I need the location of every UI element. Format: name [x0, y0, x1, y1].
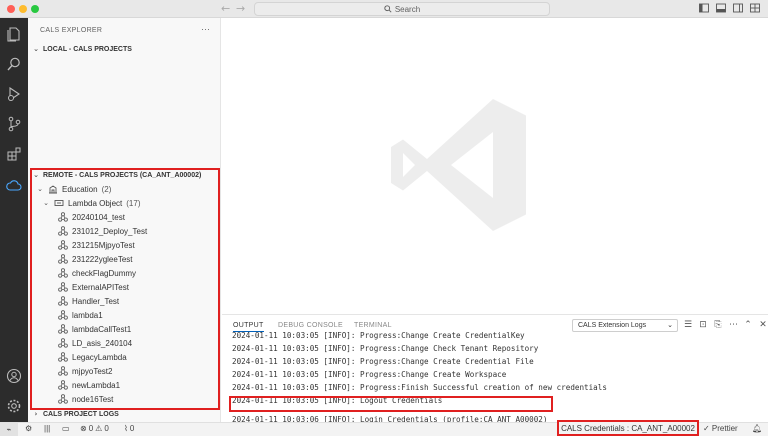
search-icon[interactable]: [6, 56, 22, 72]
extensions-icon[interactable]: [6, 146, 22, 162]
log-line: 2024-01-11 10:03:05 [INFO]: Progress:Cha…: [232, 344, 539, 353]
copy-icon[interactable]: ⎘: [714, 320, 722, 330]
cals-credentials-status[interactable]: CALS Credentials : CA_ANT_A00002: [557, 420, 699, 436]
remote-indicator-icon[interactable]: ⌁: [0, 423, 18, 436]
explorer-icon[interactable]: [6, 26, 22, 42]
warning-count: 0: [104, 424, 109, 433]
more-actions-icon[interactable]: ···: [201, 24, 210, 34]
toggle-secondary-sidebar-icon[interactable]: [733, 3, 743, 13]
command-center-search[interactable]: Search: [254, 2, 550, 16]
notifications-bell-icon[interactable]: 🔔︎: [752, 424, 762, 433]
log-line: 2024-01-11 10:03:05 [INFO]: Progress:Cha…: [232, 370, 507, 379]
lock-scroll-icon[interactable]: ⊡: [699, 320, 707, 330]
back-arrow-icon[interactable]: ←: [221, 2, 230, 15]
search-label: Search: [394, 4, 421, 14]
toggle-panel-icon[interactable]: [716, 3, 726, 13]
login-log-highlight: [229, 396, 553, 412]
ports-count: 0: [129, 424, 135, 433]
sidebar-title: CALS EXPLORER: [40, 27, 103, 34]
output-channel-select[interactable]: CALS Extension Logs ⌄: [572, 319, 678, 332]
sync-icon[interactable]: ⚙: [25, 424, 32, 433]
chevron-right-icon: ›: [34, 410, 38, 418]
more-actions-icon[interactable]: ⋯: [729, 320, 738, 330]
broadcast-icon: ⌇: [124, 424, 128, 433]
project-logs-section[interactable]: › CALS PROJECT LOGS: [32, 410, 119, 418]
cloud-icon[interactable]: [6, 178, 22, 194]
log-line: 2024-01-11 10:03:05 [INFO]: Progress:Cha…: [232, 357, 534, 366]
library-icon[interactable]: |||: [44, 424, 50, 433]
clear-output-icon[interactable]: ☰: [684, 320, 692, 330]
forward-arrow-icon[interactable]: →: [236, 2, 245, 15]
maximize-window-button[interactable]: [31, 5, 39, 13]
output-channel-value: CALS Extension Logs: [578, 322, 647, 329]
title-bar: ← → Search: [0, 0, 768, 18]
run-debug-icon[interactable]: [6, 86, 22, 102]
close-panel-icon[interactable]: ✕: [759, 320, 767, 330]
project-logs-label: CALS PROJECT LOGS: [43, 410, 119, 418]
log-line: 2024-01-11 10:03:05 [INFO]: Progress:Fin…: [232, 383, 607, 392]
maximize-panel-icon[interactable]: ⌃: [744, 320, 752, 330]
tab-debug-console[interactable]: DEBUG CONSOLE: [278, 322, 343, 329]
chevron-down-icon: ⌄: [33, 45, 39, 53]
account-icon[interactable]: [6, 368, 22, 384]
error-icon: ⊗: [80, 424, 87, 433]
minimize-window-button[interactable]: [19, 5, 27, 13]
local-projects-section[interactable]: ⌄ LOCAL - CALS PROJECTS: [32, 45, 132, 53]
window-icon[interactable]: ▭: [62, 424, 70, 433]
prettier-status[interactable]: ✓ Prettier: [703, 424, 738, 433]
close-window-button[interactable]: [7, 5, 15, 13]
log-line: 2024-01-11 10:03:05 [INFO]: Progress:Cha…: [232, 331, 525, 340]
problems-indicator[interactable]: ⊗ 0 ⚠ 0: [80, 424, 109, 433]
remote-projects-highlight: [30, 168, 220, 410]
ports-indicator[interactable]: ⌇ 0: [124, 424, 134, 433]
warning-icon: ⚠: [95, 424, 103, 433]
chevron-down-icon: ⌄: [667, 321, 673, 329]
local-projects-label: LOCAL - CALS PROJECTS: [43, 45, 132, 53]
customize-layout-icon[interactable]: [750, 3, 760, 13]
search-icon: [384, 5, 392, 13]
tab-terminal[interactable]: TERMINAL: [354, 322, 392, 329]
toggle-sidebar-icon[interactable]: [699, 3, 709, 13]
vscode-watermark-logo: [391, 99, 526, 231]
settings-icon[interactable]: [6, 398, 22, 414]
source-control-icon[interactable]: [6, 116, 22, 132]
editor-area[interactable]: [222, 18, 768, 314]
activity-bar: [0, 18, 28, 422]
error-count: 0: [88, 424, 94, 433]
